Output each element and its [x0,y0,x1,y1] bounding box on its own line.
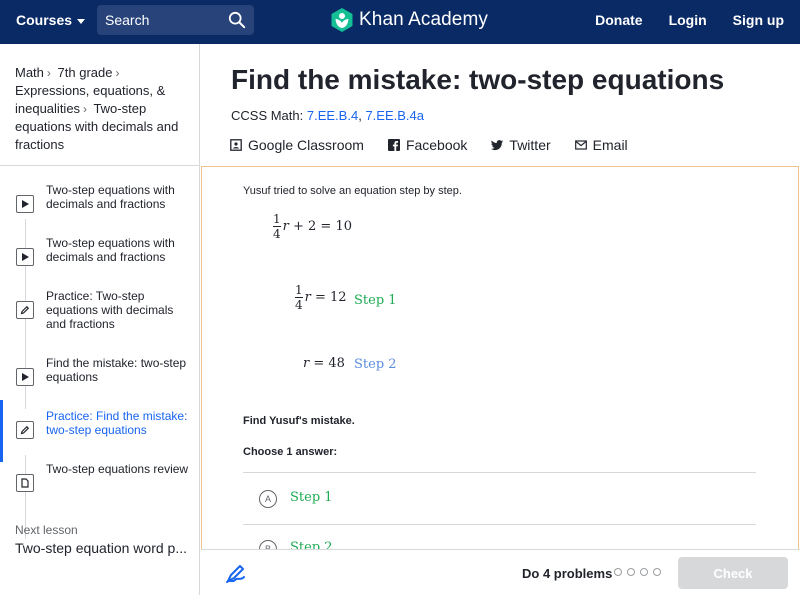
logo-text: Khan Academy [359,9,489,30]
sidebar-item-video-2[interactable]: Two-step equations with decimals and fra… [0,236,199,282]
next-lesson-label: Next lesson [15,523,78,537]
standards-separator: , [358,108,362,123]
fraction: 1 4 [294,284,304,311]
progress-dot-icon [640,568,648,576]
login-link[interactable]: Login [669,12,707,28]
sidebar-item-label: Find the mistake: two-step equations [46,356,187,384]
play-icon [16,195,34,213]
google-classroom-icon [230,139,242,151]
khan-academy-leaf-icon [331,8,353,32]
twitter-button[interactable]: Twitter [491,137,551,153]
answer-choice-b[interactable]: B Step 2 [243,525,756,549]
breadcrumb-7th-grade[interactable]: 7th grade [58,65,113,80]
exercise-footer: Do 4 problems Check [201,549,800,595]
sidebar-item-video-1[interactable]: Two-step equations with decimals and fra… [0,183,199,229]
email-label: Email [592,137,628,153]
top-navigation-bar: Courses Search Khan Academy Donate Login… [0,0,800,44]
exercise-panel: Yusuf tried to solve an equation step by… [201,166,799,549]
play-icon [16,368,34,386]
google-classroom-label: Google Classroom [248,137,364,153]
sidebar-item-article[interactable]: Two-step equations review [0,462,199,508]
sidebar-item-practice-1[interactable]: Practice: Two-step equations with decima… [0,289,199,335]
ccss-standards: CCSS Math: 7.EE.B.4, 7.EE.B.4a [231,108,424,123]
twitter-icon [491,140,504,151]
scratchpad-icon[interactable] [225,562,247,584]
lesson-sidebar: Math › 7th grade › Expressions, equations,… [0,44,200,595]
choice-text-a: Step 1 [290,490,333,505]
signup-link[interactable]: Sign up [733,12,784,28]
equation-rest: = 12 [310,290,347,305]
account-links: Donate Login Sign up [595,12,784,28]
breadcrumb-chevron-icon: › [46,66,51,80]
envelope-icon [574,140,587,150]
courses-menu-button[interactable]: Courses [16,12,86,28]
active-indicator [0,400,3,462]
play-icon [16,248,34,266]
facebook-button[interactable]: Facebook [387,137,468,153]
sidebar-item-label: Practice: Find the mistake: two-step equ… [46,409,188,437]
answer-choice-a[interactable]: A Step 1 [243,473,756,523]
progress-dot-icon [614,568,622,576]
fraction-numerator: 1 [273,212,281,226]
breadcrumb: Math › 7th grade › Expressions, equations,… [15,64,190,154]
equation-original: 1 4 r + 2 = 10 [272,213,352,240]
page-title: Find the mistake: two-step equations [231,64,725,95]
facebook-label: Facebook [405,137,468,153]
donate-link[interactable]: Donate [595,12,642,28]
fraction: 1 4 [272,213,282,240]
sidebar-item-label: Two-step equations review [46,462,189,476]
sidebar-item-video-3[interactable]: Find the mistake: two-step equations [0,356,199,402]
share-bar: Google Classroom Facebook Twitter Email [230,137,628,153]
fraction-numerator: 1 [295,283,303,297]
equation-rest: = 48 [309,356,345,371]
standard-link-1[interactable]: 7.EE.B.4 [307,108,358,123]
sidebar-item-label: Two-step equations with decimals and fra… [46,183,175,211]
equation-step-2: r = 48 [303,356,345,371]
question-text: Find Yusuf's mistake. [243,415,355,427]
twitter-label: Twitter [509,137,551,153]
breadcrumb-math[interactable]: Math [15,65,44,80]
courses-label: Courses [16,12,73,28]
chevron-down-icon [77,18,86,24]
progress-dots [614,568,661,576]
choice-letter-a: A [259,490,277,508]
fraction-denominator: 4 [273,227,281,241]
sidebar-item-label: Practice: Two-step equations with decima… [46,289,174,331]
progress-dot-icon [653,568,661,576]
breadcrumb-chevron-icon: › [115,66,120,80]
sidebar-divider [0,165,200,166]
step-2-tag: Step 2 [354,357,397,372]
pencil-icon [16,421,34,439]
facebook-icon [387,139,400,151]
problem-count-label: Do 4 problems [522,566,613,581]
email-button[interactable]: Email [574,137,628,153]
pencil-icon [16,301,34,319]
standards-prefix: CCSS Math: [231,108,304,123]
choice-letter-b: B [259,540,277,549]
search-box[interactable]: Search [97,5,254,35]
khan-academy-logo[interactable]: Khan Academy [331,8,488,32]
search-input[interactable]: Search [105,12,228,28]
progress-dot-icon [627,568,635,576]
article-icon [16,474,34,492]
check-button[interactable]: Check [678,557,788,589]
fraction-denominator: 4 [295,298,303,312]
next-lesson-link[interactable]: Two-step equation word p... [15,540,193,556]
step-1-tag: Step 1 [354,293,397,308]
equation-step-1: 1 4 r = 12 [294,284,347,311]
problem-prompt: Yusuf tried to solve an equation step by… [243,185,462,197]
choose-answer-label: Choose 1 answer: [243,446,338,458]
breadcrumb-chevron-icon: › [83,102,88,116]
sidebar-item-practice-active[interactable]: Practice: Find the mistake: two-step equ… [0,400,199,462]
google-classroom-button[interactable]: Google Classroom [230,137,364,153]
search-icon[interactable] [228,11,246,29]
sidebar-item-label: Two-step equations with decimals and fra… [46,236,175,264]
choice-text-b: Step 2 [290,540,333,549]
standard-link-2[interactable]: 7.EE.B.4a [365,108,424,123]
equation-rest: + 2 = 10 [288,219,352,234]
